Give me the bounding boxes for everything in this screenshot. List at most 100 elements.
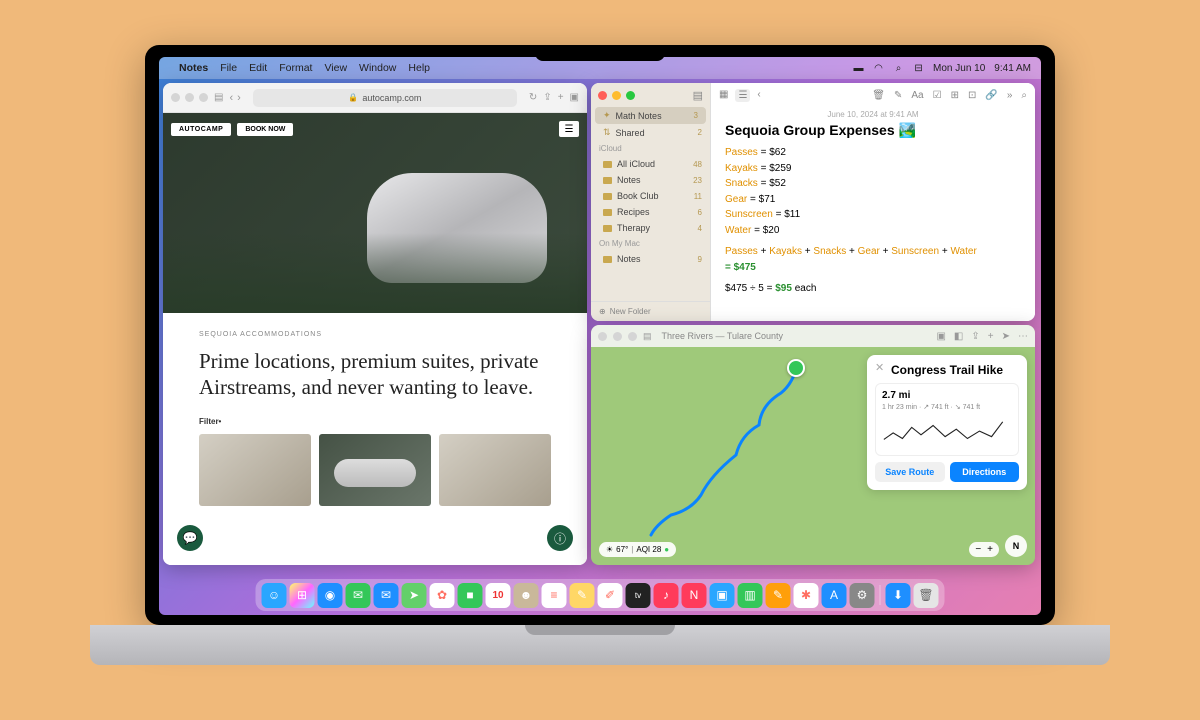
- minimize-button[interactable]: [612, 91, 621, 100]
- dock-tv[interactable]: tv: [626, 583, 651, 608]
- map-plus-icon[interactable]: +: [988, 331, 994, 342]
- address-bar[interactable]: 🔒 autocamp.com: [253, 89, 517, 107]
- map-layer-icon[interactable]: ◧: [954, 331, 963, 342]
- more-icon[interactable]: »: [1007, 90, 1013, 101]
- close-button[interactable]: [598, 91, 607, 100]
- zoom-out-button[interactable]: −: [975, 544, 981, 555]
- new-folder-button[interactable]: ⊕New Folder: [591, 301, 710, 321]
- dock-trash[interactable]: 🗑: [914, 583, 939, 608]
- search-icon[interactable]: ⌕: [893, 63, 904, 74]
- sidebar-toggle-icon[interactable]: ▤: [643, 331, 652, 342]
- dock-messages[interactable]: ✉: [346, 583, 371, 608]
- weather-chip[interactable]: ☀ 67° | AQI 28 ●: [599, 542, 676, 557]
- media-icon[interactable]: ⊡: [968, 90, 976, 101]
- dock-numbers[interactable]: ▥: [738, 583, 763, 608]
- chat-fab[interactable]: 💬: [177, 525, 203, 551]
- dock-appstore[interactable]: A: [822, 583, 847, 608]
- minimize-button[interactable]: [185, 93, 194, 102]
- dock-maps[interactable]: ➤: [402, 583, 427, 608]
- eyebrow-text: SEQUOIA ACCOMMODATIONS: [199, 331, 551, 338]
- close-button[interactable]: [598, 332, 607, 341]
- dock-downloads[interactable]: ⬇: [886, 583, 911, 608]
- compass-button[interactable]: N: [1005, 535, 1027, 557]
- sidebar-toggle-icon[interactable]: ▤: [214, 92, 223, 103]
- zoom-in-button[interactable]: +: [987, 544, 993, 555]
- app-name[interactable]: Notes: [179, 62, 208, 74]
- back-icon[interactable]: ‹: [757, 89, 760, 102]
- save-route-button[interactable]: Save Route: [875, 462, 945, 482]
- dock-mail[interactable]: ✉: [374, 583, 399, 608]
- sidebar-notes[interactable]: Notes23: [591, 172, 710, 188]
- compose-icon[interactable]: ✎: [894, 90, 902, 101]
- zoom-button[interactable]: [628, 332, 637, 341]
- sidebar-book-club[interactable]: Book Club11: [591, 188, 710, 204]
- dock-music[interactable]: ♪: [654, 583, 679, 608]
- sidebar-mac-notes[interactable]: Notes9: [591, 251, 710, 267]
- dock-reminders[interactable]: ≡: [542, 583, 567, 608]
- menubar-time[interactable]: 9:41 AM: [994, 63, 1031, 74]
- zoom-button[interactable]: [199, 93, 208, 102]
- table-icon[interactable]: ⊞: [951, 90, 959, 101]
- dock-safari[interactable]: ◉: [318, 583, 343, 608]
- tabs-icon[interactable]: ▣: [570, 92, 579, 103]
- dock-finder[interactable]: ☺: [262, 583, 287, 608]
- dock-calendar[interactable]: 10: [486, 583, 511, 608]
- dock-settings[interactable]: ⚙: [850, 583, 875, 608]
- thumbnail-3[interactable]: [439, 434, 551, 506]
- dock-facetime[interactable]: ■: [458, 583, 483, 608]
- map-share-icon[interactable]: ⇪: [971, 331, 979, 342]
- control-center-icon[interactable]: ⊟: [913, 63, 924, 74]
- dock-keynote[interactable]: ▣: [710, 583, 735, 608]
- dock-news[interactable]: N: [682, 583, 707, 608]
- thumbnail-1[interactable]: [199, 434, 311, 506]
- back-button[interactable]: ‹: [229, 92, 233, 104]
- format-icon[interactable]: Aa: [911, 90, 923, 101]
- sidebar-toggle-icon[interactable]: ▤: [693, 89, 703, 102]
- sidebar-math-notes[interactable]: ✦ Math Notes 3: [595, 107, 706, 124]
- map-pin[interactable]: [787, 359, 805, 377]
- map-more-icon[interactable]: ⋯: [1018, 331, 1028, 342]
- close-icon[interactable]: ✕: [875, 361, 884, 374]
- book-now-button[interactable]: BOOK NOW: [237, 123, 293, 136]
- accessibility-fab[interactable]: ⓘ: [547, 525, 573, 551]
- new-tab-icon[interactable]: +: [558, 92, 564, 103]
- dock-launchpad[interactable]: ⊞: [290, 583, 315, 608]
- sidebar-all-icloud[interactable]: All iCloud48: [591, 156, 710, 172]
- gallery-view-icon[interactable]: ▦: [719, 89, 728, 102]
- dock-pages[interactable]: ✎: [766, 583, 791, 608]
- dock-contacts[interactable]: ☻: [514, 583, 539, 608]
- elevation-chart: [882, 415, 1012, 449]
- map-mode-icon[interactable]: ▣: [936, 331, 945, 342]
- close-button[interactable]: [171, 93, 180, 102]
- list-view-icon[interactable]: ☰: [735, 89, 750, 102]
- menu-icon[interactable]: ☰: [559, 121, 579, 137]
- share-icon[interactable]: ⇪: [543, 92, 551, 103]
- forward-button[interactable]: ›: [237, 92, 241, 104]
- checklist-icon[interactable]: ☑: [933, 90, 942, 101]
- site-logo[interactable]: AUTOCAMP: [171, 123, 231, 136]
- menubar: Notes File Edit Format View Window Help …: [159, 57, 1041, 79]
- menubar-date[interactable]: Mon Jun 10: [933, 63, 985, 74]
- battery-icon[interactable]: ▬: [853, 63, 864, 74]
- thumbnail-2[interactable]: [319, 434, 431, 506]
- link-icon[interactable]: 🔗: [985, 90, 997, 101]
- filter-label[interactable]: Filter•: [199, 417, 551, 426]
- directions-button[interactable]: Directions: [950, 462, 1020, 482]
- wifi-icon[interactable]: ◠: [873, 63, 884, 74]
- dock-freeform[interactable]: ✐: [598, 583, 623, 608]
- search-icon[interactable]: ⌕: [1021, 90, 1027, 101]
- dock-notes[interactable]: ✎: [570, 583, 595, 608]
- reload-icon[interactable]: ↻: [529, 92, 537, 103]
- note-body[interactable]: Passes = $62 Kayaks = $259 Snacks = $52 …: [711, 145, 1035, 297]
- trash-icon[interactable]: 🗑: [872, 90, 885, 101]
- note-title[interactable]: Sequoia Group Expenses 🏞️: [711, 122, 1035, 145]
- trail-route: [641, 365, 821, 545]
- sidebar-shared[interactable]: ⇅ Shared 2: [591, 124, 710, 141]
- sidebar-recipes[interactable]: Recipes6: [591, 204, 710, 220]
- dock-photos[interactable]: ✿: [430, 583, 455, 608]
- zoom-button[interactable]: [626, 91, 635, 100]
- dock-passwords[interactable]: ✱: [794, 583, 819, 608]
- sidebar-therapy[interactable]: Therapy4: [591, 220, 710, 236]
- map-location-icon[interactable]: ➤: [1002, 331, 1010, 342]
- minimize-button[interactable]: [613, 332, 622, 341]
